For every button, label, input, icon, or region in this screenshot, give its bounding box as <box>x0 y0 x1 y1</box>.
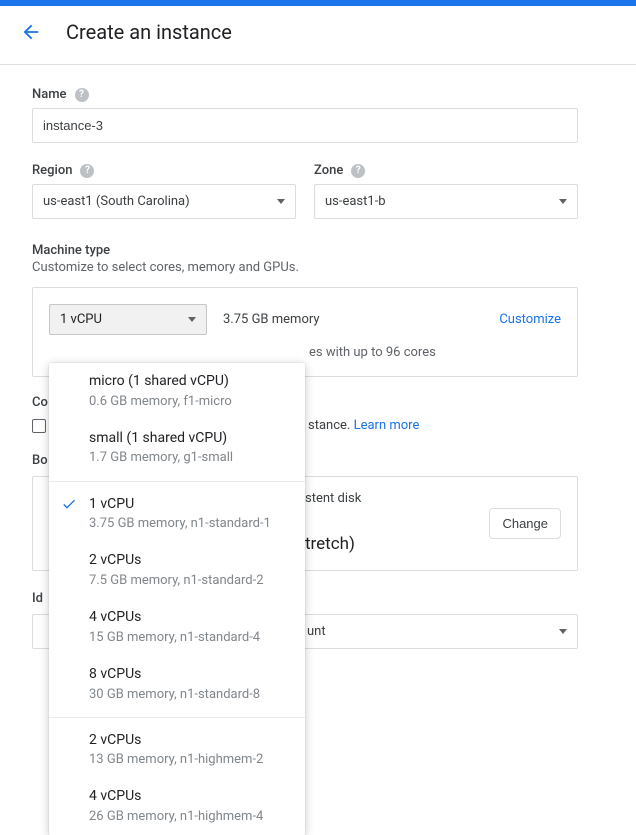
zone-label: Zone <box>314 163 343 178</box>
zone-select[interactable]: us-east1-b <box>314 184 578 219</box>
help-icon[interactable]: ? <box>75 88 89 102</box>
dropdown-item-title: 2 vCPUs <box>89 551 289 571</box>
help-icon[interactable]: ? <box>80 164 94 178</box>
page-title: Create an instance <box>66 20 232 44</box>
name-input[interactable] <box>32 108 578 143</box>
dropdown-item-title: micro (1 shared vCPU) <box>89 372 289 392</box>
region-zone-row: Region ? us-east1 (South Carolina) Zone … <box>32 163 576 219</box>
identity-value: unt <box>307 624 326 639</box>
form-body: Name ? Region ? us-east1 (South Carolina… <box>0 65 608 649</box>
chevron-down-icon <box>559 199 567 204</box>
dropdown-item[interactable]: 2 vCPUs7.5 GB memory, n1-standard-2 <box>49 542 305 599</box>
dropdown-item-sub: 3.75 GB memory, n1-standard-1 <box>89 515 289 533</box>
machine-type-section: Machine type Customize to select cores, … <box>32 243 576 377</box>
dropdown-item-sub: 26 GB memory, n1-highmem-4 <box>89 808 289 826</box>
dropdown-item[interactable]: 4 vCPUs26 GB memory, n1-highmem-4 <box>49 778 305 835</box>
boot-disk-type: stent disk <box>305 491 473 506</box>
region-col: Region ? us-east1 (South Carolina) <box>32 163 296 219</box>
name-label-row: Name ? <box>32 87 576 102</box>
change-button[interactable]: Change <box>489 508 561 539</box>
dropdown-item-title: 8 vCPUs <box>89 665 289 685</box>
page-header: Create an instance <box>0 6 636 65</box>
upgrade-hint: es with up to 96 cores <box>49 345 561 360</box>
dropdown-item-sub: 30 GB memory, n1-standard-8 <box>89 686 289 704</box>
dropdown-item-title: 4 vCPUs <box>89 608 289 628</box>
dropdown-item-sub: 15 GB memory, n1-standard-4 <box>89 629 289 647</box>
dropdown-item[interactable]: 8 vCPUs30 GB memory, n1-standard-8 <box>49 656 305 713</box>
dropdown-item[interactable]: micro (1 shared vCPU)0.6 GB memory, f1-m… <box>49 363 305 420</box>
dropdown-item[interactable]: 1 vCPU3.75 GB memory, n1-standard-1 <box>49 486 305 543</box>
name-label: Name <box>32 87 67 102</box>
dropdown-item[interactable]: 4 vCPUs15 GB memory, n1-standard-4 <box>49 599 305 656</box>
vcpu-dropdown: micro (1 shared vCPU)0.6 GB memory, f1-m… <box>49 363 305 835</box>
region-label: Region <box>32 163 72 178</box>
learn-more-link[interactable]: Learn more <box>354 418 420 433</box>
dropdown-item-sub: 1.7 GB memory, g1-small <box>89 449 289 467</box>
dropdown-item[interactable]: small (1 shared vCPU)1.7 GB memory, g1-s… <box>49 420 305 477</box>
check-icon <box>61 496 77 516</box>
zone-col: Zone ? us-east1-b <box>314 163 578 219</box>
memory-label: 3.75 GB memory <box>223 312 483 327</box>
dropdown-separator <box>49 481 305 482</box>
dropdown-item[interactable]: 2 vCPUs13 GB memory, n1-highmem-2 <box>49 722 305 779</box>
region-select[interactable]: us-east1 (South Carolina) <box>32 184 296 219</box>
chevron-down-icon <box>277 199 285 204</box>
vcpu-select[interactable]: 1 vCPU <box>49 304 207 335</box>
dropdown-item-sub: 0.6 GB memory, f1-micro <box>89 393 289 411</box>
vcpu-selected-value: 1 vCPU <box>60 312 102 327</box>
machine-type-label: Machine type <box>32 243 576 258</box>
dropdown-separator <box>49 717 305 718</box>
help-icon[interactable]: ? <box>351 164 365 178</box>
container-checkbox[interactable] <box>32 419 46 433</box>
back-arrow-icon[interactable] <box>20 21 42 43</box>
dropdown-item-title: 4 vCPUs <box>89 787 289 807</box>
chevron-down-icon <box>559 629 567 634</box>
dropdown-item-title: small (1 shared vCPU) <box>89 429 289 449</box>
boot-os: tretch) <box>305 534 473 554</box>
chevron-down-icon <box>188 317 196 322</box>
dropdown-item-title: 2 vCPUs <box>89 731 289 751</box>
container-text-partial: stance. Learn more <box>308 418 419 433</box>
dropdown-item-sub: 13 GB memory, n1-highmem-2 <box>89 751 289 769</box>
dropdown-item-title: 1 vCPU <box>89 495 289 515</box>
machine-type-hint: Customize to select cores, memory and GP… <box>32 260 576 275</box>
customize-link[interactable]: Customize <box>499 312 561 327</box>
zone-value: us-east1-b <box>325 194 386 209</box>
dropdown-item-sub: 7.5 GB memory, n1-standard-2 <box>89 572 289 590</box>
region-value: us-east1 (South Carolina) <box>43 194 190 209</box>
